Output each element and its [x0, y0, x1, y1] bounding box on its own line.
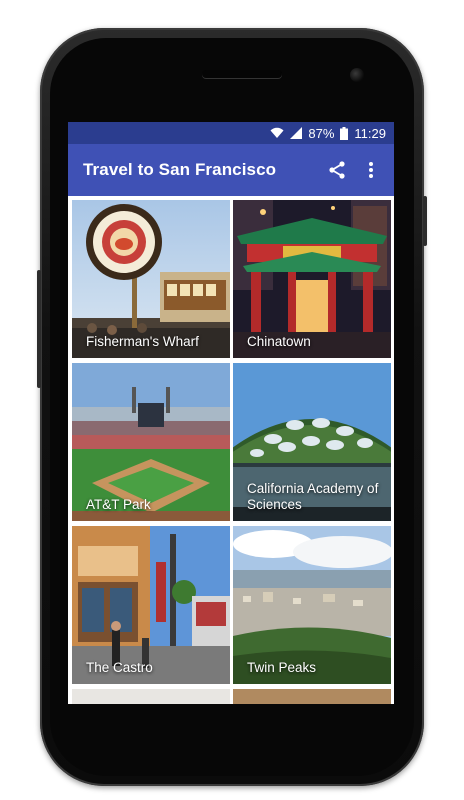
- battery-percentage: 87%: [308, 125, 335, 141]
- overflow-menu-button[interactable]: [354, 153, 388, 187]
- share-button[interactable]: [320, 153, 354, 187]
- place-tile-att-park[interactable]: AT&T Park: [72, 363, 230, 521]
- place-tile-chinatown[interactable]: Chinatown: [233, 200, 391, 358]
- place-label: Twin Peaks: [247, 660, 317, 675]
- place-tile-the-castro[interactable]: The Castro: [72, 526, 230, 684]
- place-label: The Castro: [86, 660, 153, 675]
- place-tile-california-academy[interactable]: California Academy of Sciences: [233, 363, 391, 521]
- front-camera: [350, 68, 364, 82]
- app-title: Travel to San Francisco: [83, 160, 277, 179]
- place-label: California Academy of Sciences: [247, 481, 379, 512]
- battery-icon: [340, 126, 349, 140]
- volume-button: [37, 270, 41, 388]
- status-bar: 87% 11:29: [68, 122, 394, 144]
- place-tile-twin-peaks[interactable]: Twin Peaks: [233, 526, 391, 684]
- share-icon: [329, 161, 345, 179]
- place-label: AT&T Park: [86, 497, 151, 512]
- wifi-icon: [270, 127, 284, 138]
- place-label: Fisherman's Wharf: [86, 334, 199, 349]
- places-grid: Fisherman's Wharf Chinatown AT&T Park Ca…: [68, 196, 394, 704]
- place-tile-fishermans-wharf[interactable]: Fisherman's Wharf: [72, 200, 230, 358]
- power-button: [423, 196, 427, 246]
- place-tile-next-left[interactable]: [72, 689, 230, 704]
- signal-icon: [290, 127, 303, 139]
- earpiece-speaker: [202, 70, 282, 78]
- place-tile-next-right[interactable]: [233, 689, 391, 704]
- more-vert-icon: [369, 162, 373, 178]
- app-screen: 87% 11:29 Travel to San Francisco Fisher…: [68, 122, 394, 704]
- clock-time: 11:29: [354, 125, 386, 141]
- app-bar: Travel to San Francisco: [68, 144, 394, 196]
- place-label: Chinatown: [247, 334, 311, 349]
